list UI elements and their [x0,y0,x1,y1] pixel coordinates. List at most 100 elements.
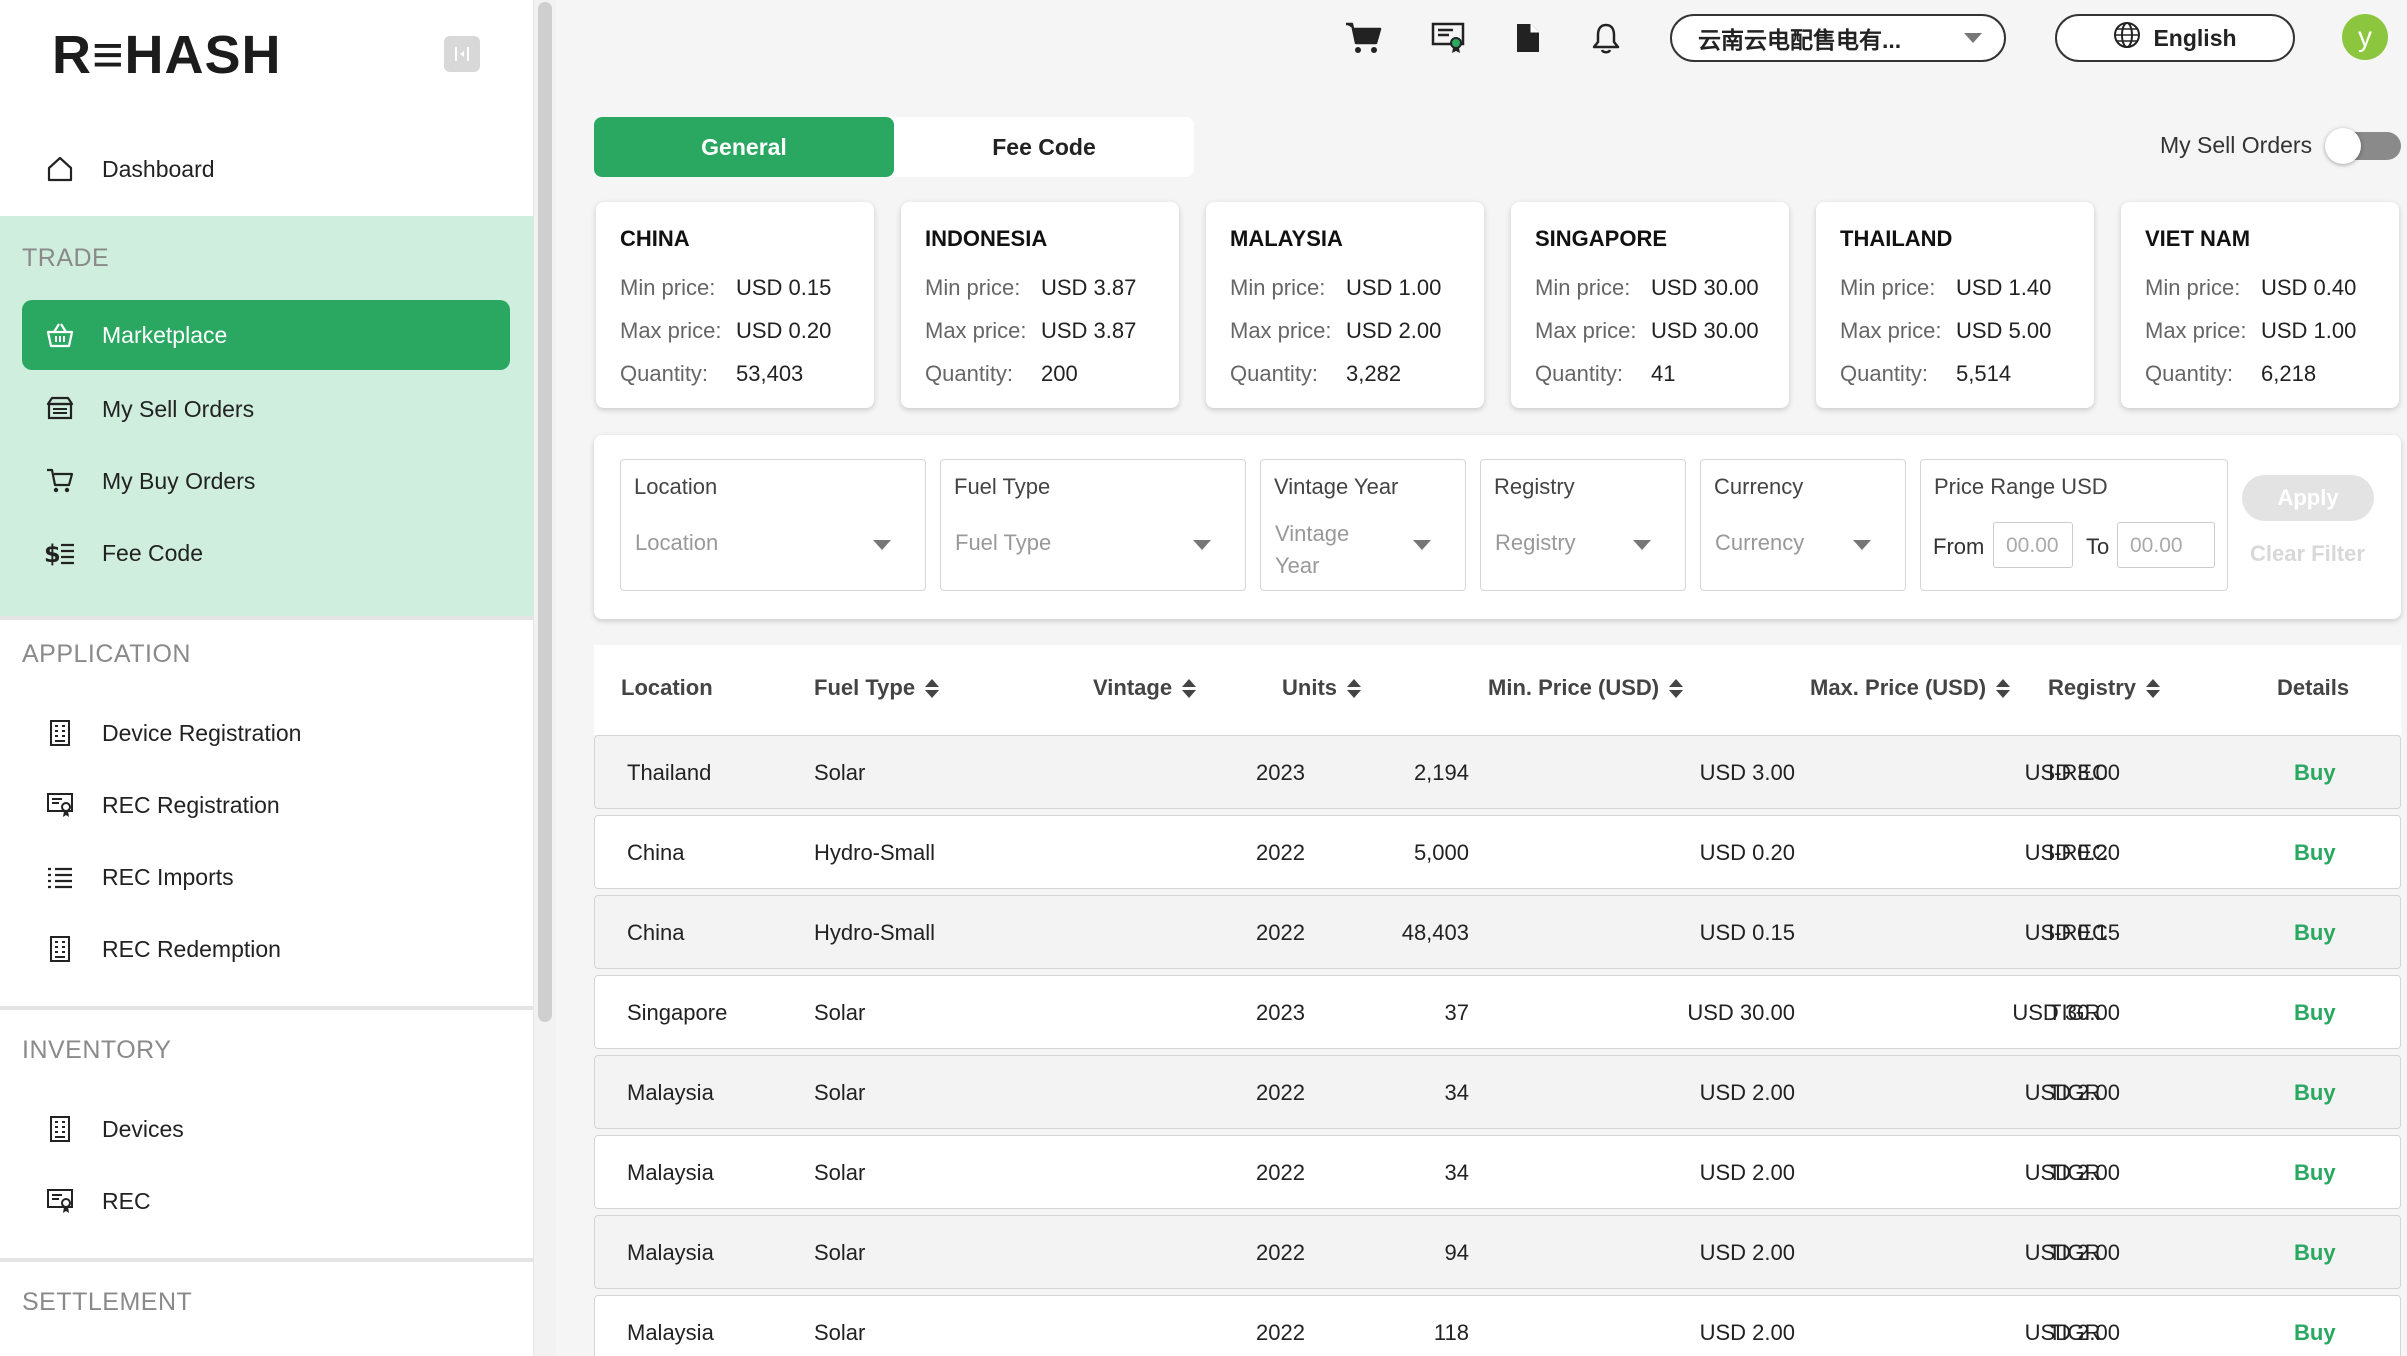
column-header-vintage[interactable]: Vintage [1093,675,1197,701]
sidebar-item-label: Marketplace [102,321,228,348]
sidebar-item-rec-registration[interactable]: REC Registration [22,770,510,840]
chevron-down-icon [873,540,891,550]
clear-filter-button[interactable]: Clear Filter [2250,541,2365,567]
language-label: English [2153,24,2237,51]
max-price-label: Max price: [620,317,722,343]
language-button[interactable]: English [2055,14,2295,62]
sidebar-item-my-buy-orders[interactable]: My Buy Orders [22,446,510,516]
sidebar-item-device-registration[interactable]: Device Registration [22,698,510,768]
cell-fuel-type: Hydro-Small [814,840,936,865]
rehash-logo[interactable]: R≡HASH [52,24,282,86]
company-select-value: 云南云电配售电有... [1698,27,1902,53]
filter-placeholder: Registry [1495,530,1576,555]
sort-icon[interactable] [1669,678,1684,698]
column-header-label: Fuel Type [814,675,916,700]
min-price-label: Min price: [1230,274,1326,300]
certificate-icon[interactable] [1428,18,1468,58]
price-range-filter: Price Range USD From 00.00 To 00.00 [1920,459,2228,591]
sort-icon[interactable] [1347,678,1361,698]
country-name: THAILAND [1840,226,1953,251]
price-from-label: From [1933,534,1985,559]
tab-general[interactable]: General [594,117,894,177]
country-name: MALAYSIA [1230,226,1343,251]
cell-fuel-type: Solar [814,1320,866,1345]
document-icon[interactable] [1508,18,1548,58]
column-header-units[interactable]: Units [1282,675,1361,701]
cell-min-price: USD 0.15 [1699,920,1795,945]
cell-units: 5,000 [1413,840,1469,865]
sidebar-item-label: REC Imports [102,863,234,890]
cell-min-price: USD 2.00 [1699,1320,1795,1345]
sidebar-item-rec-redemption[interactable]: REC Redemption [22,914,510,984]
column-header-registry[interactable]: Registry [2048,675,2161,701]
sidebar-item-rec[interactable]: REC [22,1166,510,1236]
buy-button[interactable]: Buy [2294,840,2336,866]
min-price-value: USD 1.00 [1346,274,1442,300]
apply-button[interactable]: Apply [2242,475,2374,521]
registry-filter[interactable]: Registry Registry [1480,459,1686,591]
table-row: Malaysia Solar 2022 118 USD 2.00 USD 2.0… [594,1295,2401,1356]
cell-vintage: 2023 [1256,1000,1305,1025]
cell-units: 2,194 [1413,760,1469,785]
max-price-value: USD 2.00 [1346,317,1442,343]
divider [0,1258,534,1262]
my-sell-orders-toggle[interactable] [2325,128,2403,164]
cell-vintage: 2022 [1256,920,1305,945]
filter-label: Currency [1714,474,1804,499]
bell-icon[interactable] [1586,18,1626,58]
min-price-label: Min price: [2145,274,2241,300]
cell-vintage: 2022 [1256,1320,1305,1345]
price-to-input[interactable]: 00.00 [2117,522,2215,568]
price-from-input[interactable]: 00.00 [1993,522,2073,568]
sidebar-item-rec-imports[interactable]: REC Imports [22,842,510,912]
sidebar-item-dashboard[interactable]: Dashboard [22,134,510,204]
cell-vintage: 2022 [1256,1240,1305,1265]
buy-button[interactable]: Buy [2294,1240,2336,1266]
sort-icon[interactable] [1182,678,1197,698]
collapse-sidebar-icon[interactable] [444,36,480,72]
sidebar-scrollbar-thumb[interactable] [538,2,552,1022]
buy-button[interactable]: Buy [2294,760,2336,786]
chevron-down-icon [1964,33,1982,43]
location-filter[interactable]: Location Location [620,459,926,591]
column-header-min-price[interactable]: Min. Price (USD) [1488,675,1684,701]
buy-button[interactable]: Buy [2294,920,2336,946]
cell-fuel-type: Solar [814,1240,866,1265]
quantity-value: 200 [1041,360,1078,386]
buy-button[interactable]: Buy [2294,1320,2336,1346]
sort-icon[interactable] [1996,678,2011,698]
section-label-trade: TRADE [22,244,110,272]
fuel-type-filter[interactable]: Fuel Type Fuel Type [940,459,1246,591]
sidebar-item-fee-code[interactable]: $ Fee Code [22,518,510,588]
filter-label: Fuel Type [954,474,1051,499]
quantity-label: Quantity: [620,360,709,386]
buy-button[interactable]: Buy [2294,1080,2336,1106]
sort-icon[interactable] [2146,678,2161,698]
cart-icon[interactable] [1344,18,1384,58]
vintage-year-filter[interactable]: Vintage Year Vintage Year [1260,459,1466,591]
cell-units: 34 [1444,1080,1469,1105]
sidebar-item-label: REC Registration [102,791,280,818]
company-select[interactable]: 云南云电配售电有... [1670,14,2006,62]
tab-fee-code[interactable]: Fee Code [894,117,1194,177]
column-header-label: Registry [2048,675,2137,700]
country-name: SINGAPORE [1535,226,1668,251]
currency-filter[interactable]: Currency Currency [1700,459,1906,591]
avatar[interactable]: y [2342,14,2388,60]
sidebar: R≡HASH Dashboard TRADE Marketplace My Se… [0,0,534,1356]
min-price-label: Min price: [620,274,716,300]
buy-button[interactable]: Buy [2294,1160,2336,1186]
column-header-fuel-type[interactable]: Fuel Type [814,675,940,701]
quantity-label: Quantity: [1230,360,1319,386]
buy-button[interactable]: Buy [2294,1000,2336,1026]
country-card-viet-nam: VIET NAM Min price: USD 0.40 Max price: US… [2121,202,2399,408]
country-card-malaysia: MALAYSIA Min price: USD 1.00 Max price: US… [1206,202,1484,408]
sidebar-item-devices[interactable]: Devices [22,1094,510,1164]
cell-fuel-type: Hydro-Small [814,920,936,945]
sort-icon[interactable] [925,678,940,698]
sidebar-item-my-sell-orders[interactable]: My Sell Orders [22,374,510,444]
column-header-label: Units [1282,675,1337,700]
column-header-max-price[interactable]: Max. Price (USD) [1810,675,2011,701]
sidebar-item-marketplace[interactable]: Marketplace [22,300,510,370]
cell-location: Malaysia [627,1080,714,1105]
